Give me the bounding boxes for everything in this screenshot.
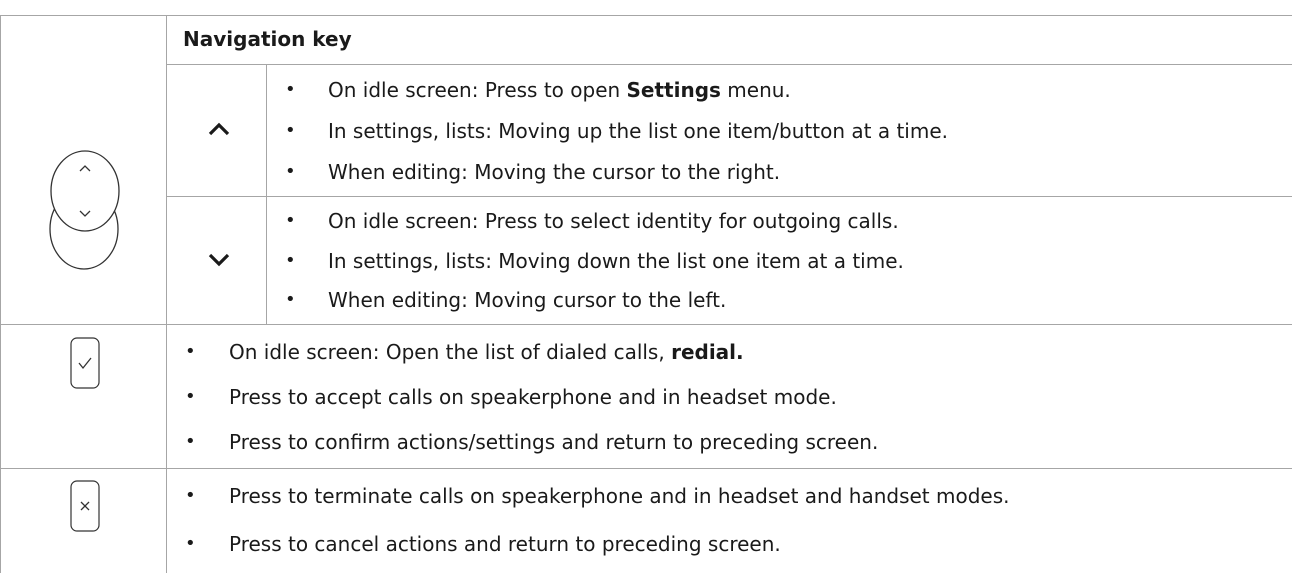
accept-section-bottom-border (0, 468, 1292, 469)
up-item-2: In settings, lists: Moving up the list o… (328, 119, 948, 143)
accept-item-1-text: On idle screen: Open the list of dialed … (229, 340, 672, 364)
chevron-down-icon (208, 253, 230, 267)
up-bullet-2: • (285, 120, 296, 141)
table-top-border (0, 15, 1292, 16)
check-key-icon (70, 337, 100, 389)
cancel-item-1: Press to terminate calls on speakerphone… (229, 484, 1010, 508)
up-row-bottom-border (166, 196, 1292, 197)
up-item-1-tail: menu. (720, 78, 791, 102)
icon-column-divider (166, 15, 167, 573)
accept-bullet-1: • (185, 341, 196, 362)
down-bullet-3: • (285, 289, 296, 310)
arrow-column-divider (266, 64, 267, 324)
header-bottom-border (166, 64, 1292, 65)
table-left-border (0, 15, 1, 573)
nav-section-bottom-border (0, 324, 1292, 325)
down-bullet-1: • (285, 210, 296, 231)
cancel-item-2: Press to cancel actions and return to pr… (229, 532, 781, 556)
redial-bold: redial. (671, 340, 744, 364)
chevron-up-icon (208, 122, 230, 136)
cancel-bullet-1: • (185, 485, 196, 506)
accept-item-3: Press to confirm actions/settings and re… (229, 430, 879, 454)
down-item-1: On idle screen: Press to select identity… (328, 209, 899, 233)
up-item-1: On idle screen: Press to open Settings m… (328, 77, 791, 103)
cancel-bullet-2: • (185, 533, 196, 554)
up-bullet-1: • (285, 79, 296, 100)
accept-bullet-3: • (185, 431, 196, 452)
accept-item-1: On idle screen: Open the list of dialed … (229, 339, 744, 365)
down-item-3: When editing: Moving cursor to the left. (328, 288, 727, 312)
settings-bold: Settings (626, 78, 721, 102)
up-bullet-3: • (285, 161, 296, 182)
accept-bullet-2: • (185, 386, 196, 407)
up-item-3: When editing: Moving the cursor to the r… (328, 160, 781, 184)
down-bullet-2: • (285, 250, 296, 271)
down-item-2: In settings, lists: Moving down the list… (328, 249, 904, 273)
up-item-1-text: On idle screen: Press to open (328, 78, 627, 102)
navigation-key-round-icon (50, 150, 120, 232)
accept-item-2: Press to accept calls on speakerphone an… (229, 385, 837, 409)
header-title: Navigation key (183, 27, 352, 51)
cancel-key-icon (70, 480, 100, 532)
